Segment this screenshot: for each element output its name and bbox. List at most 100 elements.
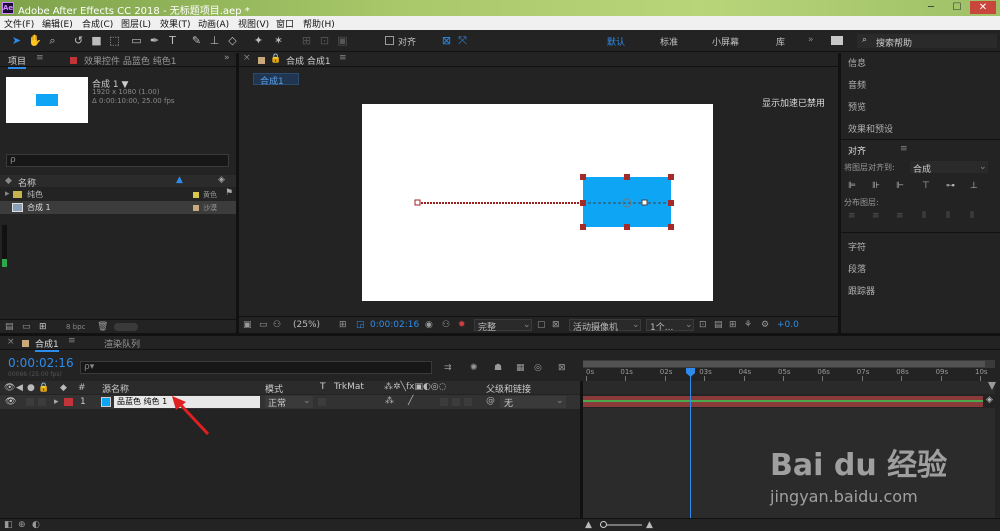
workspace-small-screen[interactable]: 小屏幕 xyxy=(712,35,739,48)
trash-icon[interactable]: 🗑 xyxy=(97,322,108,332)
safe-zones-icon[interactable]: ⊞ xyxy=(339,320,347,330)
workspace-default[interactable]: 默认 xyxy=(607,35,625,48)
tab-effect-controls[interactable]: 效果控件 品蓝色 纯色1 xyxy=(84,54,176,67)
panel-tracker[interactable]: 跟踪器 xyxy=(848,284,875,297)
distribute-vcenter-icon[interactable]: ≡ xyxy=(872,211,880,221)
expand-icon[interactable]: ▸ xyxy=(5,189,10,199)
project-item-row-selected[interactable]: 合成 1 沙漠 xyxy=(0,201,236,214)
close-tab-icon[interactable]: × xyxy=(7,337,15,347)
panel-more-icon[interactable]: » xyxy=(224,53,230,63)
snapshot-icon[interactable]: ◉ xyxy=(425,320,433,330)
mask-visibility-icon[interactable]: ◲ xyxy=(356,320,365,330)
parent-dropdown[interactable]: 无 ⌄ xyxy=(500,396,566,409)
new-folder-icon[interactable]: ▭ xyxy=(22,322,31,332)
expand-pane-icon[interactable]: ◈ xyxy=(986,395,998,407)
project-search-input[interactable]: ρ xyxy=(6,154,229,167)
interpret-footage-icon[interactable]: ▤ xyxy=(5,322,14,332)
camera-dropdown[interactable]: 活动摄像机 ⌄ xyxy=(569,319,641,333)
align-menu-icon[interactable]: ≡ xyxy=(900,144,908,154)
work-area-bar[interactable] xyxy=(583,360,995,368)
snap-edge-icon[interactable]: ⊠ xyxy=(440,34,453,47)
motion-blur-switch[interactable] xyxy=(464,398,472,406)
in-out-icon[interactable]: ◐ xyxy=(32,520,40,530)
clone-stamp-tool-icon[interactable]: ⊥ xyxy=(208,34,221,47)
frame-blending-icon[interactable]: ▦ xyxy=(516,363,525,373)
show-snapshot-icon[interactable]: ⚇ xyxy=(442,320,450,330)
shy-layers-icon[interactable]: ☗ xyxy=(494,363,502,373)
reset-exposure-icon[interactable]: ⚙ xyxy=(761,320,769,330)
expand-layer-icon[interactable]: ▸ xyxy=(54,397,59,407)
mode-header[interactable]: 模式 xyxy=(265,382,283,395)
frame-blend-switch[interactable] xyxy=(452,398,460,406)
brush-tool-icon[interactable]: ✎ xyxy=(190,34,203,47)
menu-edit[interactable]: 编辑(E) xyxy=(42,17,73,30)
fast-preview-icon[interactable]: ▤ xyxy=(714,320,723,330)
pick-whip-icon[interactable]: @ xyxy=(486,396,495,406)
rectangle-tool-icon[interactable]: ▭ xyxy=(130,34,143,47)
glasses-icon[interactable]: ⚇ xyxy=(273,320,281,330)
viewer-timecode[interactable]: 0:00:02:16 xyxy=(370,320,419,330)
toggle-pixel-icon[interactable]: ⊡ xyxy=(699,320,707,330)
comp-mini-flowchart-icon[interactable]: ⇉ xyxy=(444,363,452,373)
resolution-dropdown[interactable]: 完整 ⌄ xyxy=(474,319,532,333)
panel-paragraph[interactable]: 段落 xyxy=(848,262,866,275)
timeline-timecode[interactable]: 0:00:02:16 xyxy=(8,356,74,370)
tab-timeline-comp[interactable]: 合成1 xyxy=(35,337,59,352)
distribute-left-icon[interactable]: ⦀ xyxy=(922,211,926,221)
align-hcenter-icon[interactable]: ⊪ xyxy=(872,181,880,191)
transparency-grid-icon[interactable]: ⊠ xyxy=(552,320,560,330)
monitor-icon[interactable]: ▭ xyxy=(259,320,268,330)
axis-view-icon[interactable]: ▣ xyxy=(336,34,349,47)
snapping-checkbox[interactable] xyxy=(385,36,394,45)
solo-toggle[interactable] xyxy=(26,398,34,406)
align-to-dropdown[interactable]: 合成 ⌄ xyxy=(910,161,988,175)
panel-menu-icon[interactable]: ≡ xyxy=(36,53,44,63)
panel-align-title[interactable]: 对齐 xyxy=(848,144,866,157)
work-area-range[interactable] xyxy=(583,361,985,367)
composition-canvas[interactable] xyxy=(239,53,838,315)
timeline-menu-icon[interactable]: ≡ xyxy=(68,336,76,346)
menu-help[interactable]: 帮助(H) xyxy=(303,17,335,30)
snap-feather-icon[interactable]: ⤧ xyxy=(456,34,469,47)
views-dropdown[interactable]: 1个... ⌄ xyxy=(646,319,694,333)
sort-arrow-icon[interactable]: ▲ xyxy=(176,175,183,185)
magnification-dropdown[interactable]: (25%) xyxy=(293,320,320,330)
align-left-icon[interactable]: ⊫ xyxy=(848,181,856,191)
roto-brush-tool-icon[interactable]: ✦ xyxy=(252,34,265,47)
panel-character[interactable]: 字符 xyxy=(848,240,866,253)
menu-composition[interactable]: 合成(C) xyxy=(82,17,113,30)
axis-tool-icon[interactable]: ⊞ xyxy=(300,34,313,47)
trkmat-header[interactable]: TrkMat xyxy=(334,382,364,392)
distribute-top-icon[interactable]: ≡ xyxy=(848,211,856,221)
menu-layer[interactable]: 图层(L) xyxy=(121,17,151,30)
source-name-header[interactable]: 源名称 xyxy=(102,382,129,395)
menu-view[interactable]: 视图(V) xyxy=(238,17,269,30)
new-comp-icon[interactable]: ⊞ xyxy=(39,322,47,332)
fx-switch[interactable] xyxy=(440,398,448,406)
panel-preview[interactable]: 预览 xyxy=(848,100,866,113)
lock-toggle[interactable] xyxy=(38,398,46,406)
layer-duration-bar[interactable] xyxy=(583,396,983,407)
panel-effects-presets[interactable]: 效果和预设 xyxy=(848,122,893,135)
quality-switch-icon[interactable]: ╱ xyxy=(408,396,413,406)
menu-window[interactable]: 窗口 xyxy=(276,17,294,30)
zoom-out-icon[interactable]: ▲ xyxy=(585,520,592,530)
menu-file[interactable]: 文件(F) xyxy=(4,17,34,30)
zoom-slider[interactable] xyxy=(114,323,138,331)
collapse-switch-icon[interactable]: ⁂ xyxy=(385,396,394,406)
workspace-more-icon[interactable]: » xyxy=(808,35,814,45)
distribute-bottom-icon[interactable]: ≡ xyxy=(896,211,904,221)
zoom-tool-icon[interactable]: ⌕ xyxy=(46,34,59,47)
align-top-icon[interactable]: ⊤ xyxy=(922,181,930,191)
distribute-hcenter-icon[interactable]: ⦀ xyxy=(946,211,950,221)
playhead-line[interactable] xyxy=(686,368,696,518)
sync-settings-icon[interactable] xyxy=(831,36,843,45)
transfer-controls-icon[interactable]: ⊕ xyxy=(18,520,26,530)
close-icon[interactable]: ✕ xyxy=(970,1,996,14)
distribute-right-icon[interactable]: ⦀ xyxy=(970,211,974,221)
panel-audio[interactable]: 音频 xyxy=(848,78,866,91)
axis-world-icon[interactable]: ⊡ xyxy=(318,34,331,47)
tab-render-queue[interactable]: 渲染队列 xyxy=(104,337,140,350)
preserve-transparency-toggle[interactable] xyxy=(318,398,326,406)
always-preview-icon[interactable]: ▣ xyxy=(243,320,252,330)
